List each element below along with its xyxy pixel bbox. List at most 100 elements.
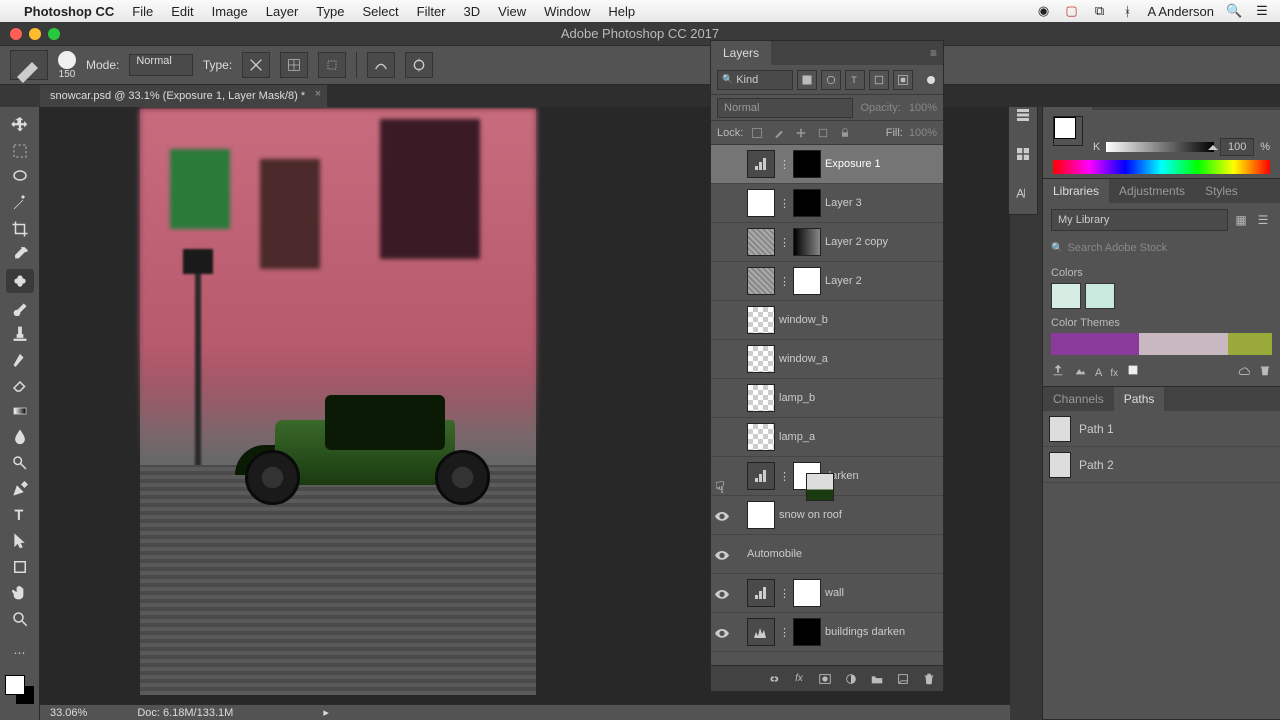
tab-paths[interactable]: Paths	[1114, 387, 1165, 411]
filter-shape-icon[interactable]	[869, 70, 889, 90]
link-icon[interactable]: ⋮	[779, 587, 789, 600]
adjustment-icon[interactable]	[843, 671, 859, 687]
cc-icon[interactable]: ◉	[1036, 3, 1052, 19]
fill-value[interactable]: 100%	[909, 127, 937, 139]
menu-edit[interactable]: Edit	[171, 4, 193, 19]
tab-channels[interactable]: Channels	[1043, 387, 1114, 411]
menu-help[interactable]: Help	[608, 4, 635, 19]
cloud-sync-icon[interactable]	[1236, 363, 1250, 380]
layer-row[interactable]: ⋮ buildings darken	[711, 613, 943, 652]
link-icon[interactable]: ⋮	[779, 158, 789, 171]
hand-tool[interactable]	[6, 581, 34, 605]
bluetooth-icon[interactable]: ᚼ	[1120, 4, 1136, 19]
filter-smart-icon[interactable]	[893, 70, 913, 90]
zoom-tool[interactable]	[6, 607, 34, 631]
layer-row[interactable]: snow on roof	[711, 496, 943, 535]
layer-name[interactable]: Automobile	[747, 548, 802, 560]
visibility-toggle[interactable]	[713, 588, 731, 598]
panel-menu-icon[interactable]: ≡	[924, 46, 943, 60]
add-fx-icon[interactable]: fx	[1110, 365, 1118, 379]
zoom-window-button[interactable]	[48, 28, 60, 40]
tab-libraries[interactable]: Libraries	[1043, 179, 1109, 203]
layer-thumb[interactable]	[747, 462, 775, 490]
tab-styles[interactable]: Styles	[1195, 179, 1248, 203]
visibility-toggle[interactable]	[713, 549, 731, 559]
path-row[interactable]: Path 2	[1043, 447, 1280, 483]
move-tool[interactable]	[6, 113, 34, 137]
layer-thumb[interactable]	[747, 501, 775, 529]
layer-thumb[interactable]	[747, 150, 775, 178]
crop-tool[interactable]	[6, 217, 34, 241]
lock-pixels-icon[interactable]	[771, 125, 787, 141]
color-theme[interactable]	[1051, 333, 1272, 355]
menu-filter[interactable]: Filter	[417, 4, 446, 19]
filter-toggle[interactable]	[927, 76, 937, 84]
filter-adjust-icon[interactable]	[821, 70, 841, 90]
layer-name[interactable]: Layer 2	[825, 275, 862, 287]
add-fill-icon[interactable]	[1126, 363, 1140, 380]
minimize-window-button[interactable]	[29, 28, 41, 40]
layer-row[interactable]: lamp_a	[711, 418, 943, 457]
pressure-opacity-icon[interactable]	[367, 52, 395, 78]
new-layer-icon[interactable]	[895, 671, 911, 687]
blend-mode-select[interactable]: Normal	[129, 54, 192, 76]
k-slider[interactable]	[1106, 142, 1214, 152]
grid-view-icon[interactable]: ▦	[1232, 213, 1250, 227]
layer-thumb[interactable]	[747, 579, 775, 607]
layer-blend-select[interactable]: Normal	[717, 98, 853, 118]
path-name[interactable]: Path 1	[1079, 422, 1114, 436]
link-icon[interactable]: ⋮	[779, 197, 789, 210]
upload-icon[interactable]	[1051, 363, 1065, 380]
menu-image[interactable]: Image	[212, 4, 248, 19]
library-search[interactable]: Search Adobe Stock	[1051, 237, 1272, 259]
filter-kind-select[interactable]: Kind	[717, 70, 793, 90]
layer-thumb[interactable]	[747, 384, 775, 412]
menu-window[interactable]: Window	[544, 4, 590, 19]
layers-list[interactable]: ⋮Exposure 1⋮Layer 3⋮Layer 2 copy⋮Layer 2…	[711, 145, 943, 665]
add-graphic-icon[interactable]	[1073, 363, 1087, 380]
doc-size[interactable]: Doc: 6.18M/133.1M	[137, 707, 233, 719]
brush-tool[interactable]	[6, 295, 34, 319]
layer-row[interactable]: window_b	[711, 301, 943, 340]
menu-select[interactable]: Select	[362, 4, 398, 19]
layer-thumb[interactable]	[747, 618, 775, 646]
dropbox-icon[interactable]: ⧉	[1092, 3, 1108, 19]
menu-type[interactable]: Type	[316, 4, 344, 19]
link-icon[interactable]: ⋮	[779, 470, 789, 483]
path-select-tool[interactable]	[6, 529, 34, 553]
properties-panel-icon[interactable]	[1014, 145, 1032, 166]
fx-icon[interactable]: fx	[791, 671, 807, 687]
lock-position-icon[interactable]	[793, 125, 809, 141]
layer-name[interactable]: lamp_a	[779, 431, 815, 443]
layer-row[interactable]: Automobile	[711, 535, 943, 574]
layer-thumb[interactable]	[806, 473, 834, 501]
tab-adjustments[interactable]: Adjustments	[1109, 179, 1195, 203]
mask-icon[interactable]	[817, 671, 833, 687]
layer-mask-thumb[interactable]	[793, 618, 821, 646]
user-name[interactable]: A Anderson	[1148, 4, 1215, 19]
menu-view[interactable]: View	[498, 4, 526, 19]
type-option-3[interactable]	[318, 52, 346, 78]
wand-tool[interactable]	[6, 191, 34, 215]
filter-type-icon[interactable]: T	[845, 70, 865, 90]
link-icon[interactable]: ⋮	[779, 626, 789, 639]
k-value[interactable]: 100	[1220, 138, 1254, 156]
link-icon[interactable]: ⋮	[779, 275, 789, 288]
layer-row[interactable]: ⋮ Exposure 1	[711, 145, 943, 184]
lib-swatch-2[interactable]	[1085, 283, 1115, 309]
dodge-tool[interactable]	[6, 451, 34, 475]
layer-row[interactable]: ⋮ Layer 2	[711, 262, 943, 301]
layer-name[interactable]: window_a	[779, 353, 828, 365]
library-select[interactable]: My Library	[1051, 209, 1228, 231]
tab-layers[interactable]: Layers	[711, 41, 771, 65]
eyedropper-tool[interactable]	[6, 243, 34, 267]
layer-name[interactable]: lamp_b	[779, 392, 815, 404]
eraser-tool[interactable]	[6, 373, 34, 397]
layer-name[interactable]: window_b	[779, 314, 828, 326]
layer-thumb[interactable]	[747, 345, 775, 373]
layer-name[interactable]: Layer 2 copy	[825, 236, 888, 248]
filter-pixel-icon[interactable]	[797, 70, 817, 90]
layer-name[interactable]: Exposure 1	[825, 158, 881, 170]
box-icon[interactable]: ▢	[1064, 3, 1080, 19]
layer-name[interactable]: buildings darken	[825, 626, 905, 638]
